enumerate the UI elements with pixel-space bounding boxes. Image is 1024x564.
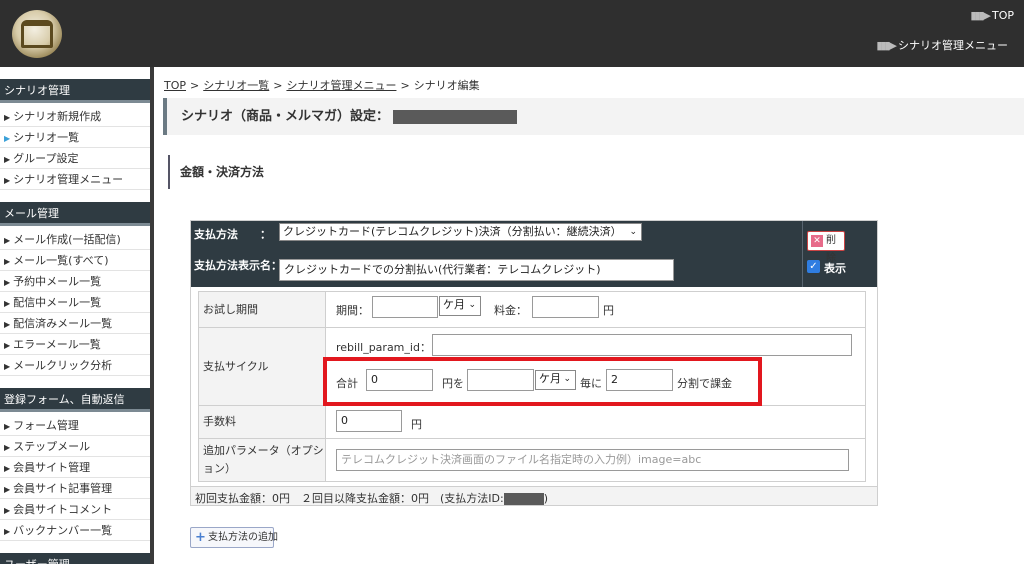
sidebar-item-mail-all[interactable]: ▶ メール一覧(すべて) (0, 250, 150, 271)
arrow-icon: ▮▮▮▶ (970, 9, 991, 22)
sidebar-section-scenario: シナリオ管理 (0, 79, 150, 103)
top-link[interactable]: ▮▮▮▶ TOP (970, 9, 1014, 22)
triangle-right-icon: ▶ (4, 299, 11, 308)
sidebar-item-mail-error[interactable]: ▶ エラーメール一覧 (0, 334, 150, 355)
triangle-right-icon: ▶ (4, 341, 11, 350)
extra-param-row: 追加パラメータ（オプション） テレコムクレジット決済画面のファイル名指定時の入力… (198, 439, 866, 482)
breadcrumb-scenario-list[interactable]: シナリオ一覧 (203, 79, 269, 92)
triangle-right-icon: ▶ (4, 485, 11, 494)
sidebar-item-new-scenario[interactable]: ▶ シナリオ新規作成 (0, 106, 150, 127)
sidebar-item-mail-create[interactable]: ▶ メール作成(一括配信) (0, 229, 150, 250)
delete-button[interactable]: ✕ 削除 (807, 231, 845, 264)
triangle-right-icon: ▶ (4, 443, 11, 452)
triangle-right-icon: ▶ (4, 155, 11, 164)
sidebar-section-forms: 登録フォーム、自動返信 (0, 388, 150, 412)
show-label: 表示 (824, 262, 846, 275)
sidebar-item-scenario-list[interactable]: ▶ シナリオ一覧 (0, 127, 150, 148)
sidebar-item-mail-scheduled[interactable]: ▶ 予約中メール一覧 (0, 271, 150, 292)
extra-param-input[interactable]: テレコムクレジット決済画面のファイル名指定時の入力例）image=abc (336, 449, 849, 471)
scenario-menu-link[interactable]: ▮▮▮▶ シナリオ管理メニュー (876, 37, 1008, 53)
highlight-box (323, 357, 762, 406)
period-label: 期間： (336, 304, 369, 317)
sidebar-item-member-articles[interactable]: ▶ 会員サイト記事管理 (0, 478, 150, 499)
payment-summary: 初回支払金額：0円 ２回目以降支払金額：0円 (支払方法ID:) (195, 492, 549, 505)
payment-method-select[interactable]: クレジットカード(テレコムクレジット)決済（分割払い：継続決済） ⌄ (279, 223, 642, 241)
triangle-right-icon: ▶ (4, 176, 11, 185)
payment-cycle-label: 支払サイクル (199, 328, 326, 405)
fee-amount-label: 料金： (494, 304, 527, 317)
sidebar-section-users: ユーザー管理 (0, 553, 150, 564)
rebill-param-label: rebill_param_id： (336, 341, 431, 354)
sidebar-item-scenario-menu[interactable]: ▶ シナリオ管理メニュー (0, 169, 150, 190)
triangle-right-icon: ▶ (4, 236, 11, 245)
handling-fee-label: 手数料 (199, 406, 326, 438)
trial-period-input[interactable] (372, 296, 438, 318)
header: ▮▮▮▶ TOP ▮▮▮▶ シナリオ管理メニュー (0, 0, 1024, 67)
handling-fee-input[interactable]: 0 (336, 410, 402, 432)
logo-mark-icon (21, 20, 53, 48)
triangle-right-icon: ▶ (4, 320, 11, 329)
display-name-input[interactable]: クレジットカードでの分割払い(代行業者：テレコムクレジット) (279, 259, 674, 281)
rebill-param-input[interactable] (432, 334, 852, 356)
page-title: シナリオ（商品・メルマガ）設定： (163, 98, 1024, 135)
triangle-right-icon: ▶ (4, 113, 11, 122)
payment-method-label: 支払方法 ： (194, 228, 271, 241)
close-icon: ✕ (811, 235, 823, 247)
trial-period-row: お試し期間 期間： ケ月 ⌄ 料金： 円 (198, 291, 866, 328)
triangle-right-icon: ▶ (4, 506, 11, 515)
sidebar-item-member-comments[interactable]: ▶ 会員サイトコメント (0, 499, 150, 520)
sidebar-item-member-site[interactable]: ▶ 会員サイト管理 (0, 457, 150, 478)
redacted-payment-id (503, 493, 544, 505)
triangle-right-icon: ▶ (4, 278, 11, 287)
logo[interactable] (12, 10, 62, 58)
handling-fee-row: 手数料 0 円 (198, 406, 866, 439)
triangle-right-icon: ▶ (4, 464, 11, 473)
payment-method-actions: ✕ 削除 ✓ 表示 (802, 221, 877, 287)
triangle-right-icon: ▶ (4, 422, 11, 431)
triangle-right-icon: ▶ (4, 527, 11, 536)
breadcrumb-current: シナリオ編集 (413, 79, 480, 92)
breadcrumb-scenario-menu[interactable]: シナリオ管理メニュー (286, 79, 396, 92)
extra-param-label: 追加パラメータ（オプション） (199, 439, 326, 481)
chevron-down-icon: ⌄ (468, 300, 476, 310)
yen-label: 円 (603, 304, 614, 317)
breadcrumb: TOP > シナリオ一覧 > シナリオ管理メニュー > シナリオ編集 (164, 79, 480, 92)
add-payment-method-button[interactable]: + 支払方法の追加 (190, 527, 278, 548)
trial-unit-select[interactable]: ケ月 ⌄ (439, 296, 481, 316)
sidebar-item-mail-sending[interactable]: ▶ 配信中メール一覧 (0, 292, 150, 313)
display-name-label: 支払方法表示名： (194, 259, 282, 272)
sidebar-item-backnumber[interactable]: ▶ バックナンバー一覧 (0, 520, 150, 541)
triangle-right-icon: ▶ (4, 257, 11, 266)
sidebar-item-mail-sent[interactable]: ▶ 配信済みメール一覧 (0, 313, 150, 334)
yen-label: 円 (411, 418, 422, 431)
sidebar-section-mail: メール管理 (0, 202, 150, 226)
trial-fee-input[interactable] (532, 296, 599, 318)
triangle-right-icon: ▶ (4, 134, 11, 143)
triangle-right-icon: ▶ (4, 362, 11, 371)
sidebar-item-mail-click[interactable]: ▶ メールクリック分析 (0, 355, 150, 376)
sidebar: シナリオ管理 ▶ シナリオ新規作成 ▶ シナリオ一覧 ▶ グループ設定 ▶ シナリオ管理… (0, 67, 154, 564)
breadcrumb-top[interactable]: TOP (164, 79, 186, 92)
section-title: 金額・決済方法 (168, 155, 264, 189)
redacted-scenario-name (393, 109, 518, 124)
sidebar-item-step-mail[interactable]: ▶ ステップメール (0, 436, 150, 457)
sidebar-item-group-settings[interactable]: ▶ グループ設定 (0, 148, 150, 169)
show-checkbox[interactable]: ✓ (807, 260, 820, 273)
trial-period-label: お試し期間 (199, 292, 326, 327)
arrow-icon: ▮▮▮▶ (876, 39, 897, 52)
chevron-down-icon: ⌄ (629, 227, 637, 237)
sidebar-item-form-manage[interactable]: ▶ フォーム管理 (0, 415, 150, 436)
plus-icon: + (195, 530, 206, 545)
payment-method-header: 支払方法 ： クレジットカード(テレコムクレジット)決済（分割払い：継続決済） ⌄… (191, 221, 802, 287)
